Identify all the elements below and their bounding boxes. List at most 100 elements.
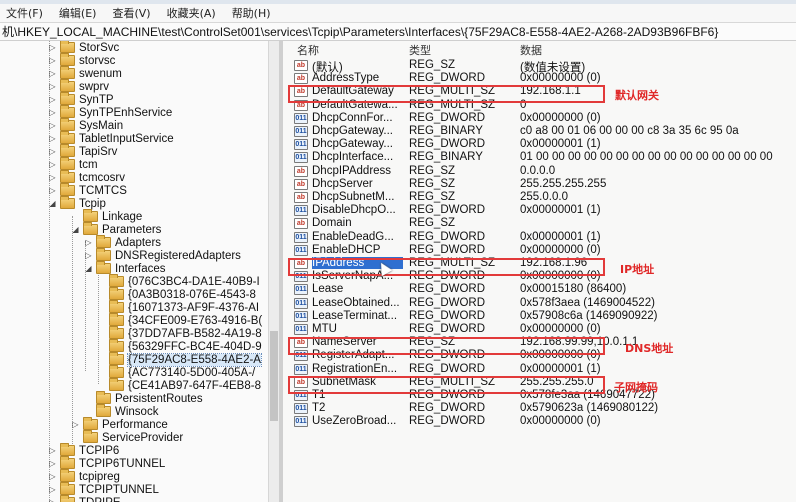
address-bar[interactable]: 机\HKEY_LOCAL_MACHINE\test\ControlSet001\… [0, 23, 796, 41]
tree-item[interactable]: ServiceProvider [83, 430, 183, 444]
tree-item[interactable]: {34CFE009-E763-4916-B( [109, 313, 262, 327]
tree-item[interactable]: Linkage [83, 209, 142, 223]
tree-item[interactable]: ▷ DNSRegisteredAdapters [85, 248, 241, 262]
tree-item[interactable]: {16071373-AF9F-4376-AI [109, 300, 260, 314]
value-row[interactable]: 011 MTU REG_DWORD 0x00000000 (0) [283, 323, 796, 336]
column-header-name[interactable]: 名称 [297, 42, 319, 57]
tree-item[interactable]: {AC773140-5D00-405A-/ [109, 365, 255, 379]
value-row[interactable]: ab DhcpIPAddress REG_SZ 0.0.0.0 [283, 165, 796, 178]
tree-item-label: {16071373-AF9F-4376-AI [128, 301, 260, 314]
value-row[interactable]: 011 UseZeroBroad... REG_DWORD 0x00000000 (0… [283, 415, 796, 428]
expand-arrow-icon[interactable]: ▷ [71, 420, 80, 429]
expand-arrow-icon[interactable]: ▷ [48, 82, 57, 91]
value-row[interactable]: ab AddressType REG_DWORD 0x00000000 (0) [283, 72, 796, 85]
tree-item-label: {75F29AC8-E558-4AE2-A [127, 352, 262, 367]
menu-view[interactable]: 查看(V) [112, 5, 150, 21]
expand-arrow-icon[interactable]: ▷ [48, 43, 57, 52]
tree-item[interactable]: {076C3BC4-DA1E-40B9-I [109, 274, 260, 288]
expand-arrow-icon[interactable]: ▷ [48, 173, 57, 182]
tree-item[interactable]: {75F29AC8-E558-4AE2-A [109, 352, 262, 367]
tree-item-label: TapiSrv [79, 145, 118, 158]
column-header-data[interactable]: 数据 [520, 42, 542, 57]
folder-icon [109, 339, 124, 352]
value-row[interactable]: ab Domain REG_SZ [283, 217, 796, 230]
menu-file[interactable]: 文件(F) [6, 5, 43, 21]
expand-arrow-icon[interactable]: ▷ [48, 95, 57, 104]
tree-item[interactable]: ▷ TDPIPE [49, 495, 121, 502]
menu-edit[interactable]: 编辑(E) [59, 5, 97, 21]
expand-arrow-icon[interactable]: ▷ [48, 485, 57, 494]
value-row[interactable]: 011 DhcpGateway... REG_DWORD 0x00000001 (1) [283, 138, 796, 151]
value-row[interactable]: 011 LeaseObtained... REG_DWORD 0x578f3aea (… [283, 297, 796, 310]
expand-arrow-icon[interactable]: ▷ [48, 121, 57, 130]
menu-help[interactable]: 帮助(H) [232, 5, 271, 21]
tree-item[interactable]: ◢ Parameters [72, 222, 161, 236]
value-row[interactable]: 011 RegistrationEn... REG_DWORD 0x00000001 … [283, 363, 796, 376]
tree-item-label: {0A3B0318-076E-4543-8 [128, 288, 256, 301]
tree-item[interactable]: ▷ TCPIP6 [49, 443, 119, 457]
tree-item[interactable]: ▷ TapiSrv [49, 144, 118, 158]
expand-arrow-icon[interactable]: ▷ [48, 56, 57, 65]
value-row[interactable]: ab DhcpSubnetM... REG_SZ 255.0.0.0 [283, 191, 796, 204]
column-header-type[interactable]: 类型 [409, 42, 431, 57]
value-row[interactable]: ab (默认) REG_SZ (数值未设置) [283, 59, 796, 74]
tree-item[interactable]: ▷ swenum [49, 66, 122, 80]
expand-arrow-icon[interactable]: ▷ [84, 251, 93, 260]
tree-item[interactable]: ▷ storvsc [49, 53, 115, 67]
collapse-arrow-icon[interactable]: ◢ [84, 264, 93, 273]
tree-item[interactable]: ▷ TCMTCS [49, 183, 127, 197]
expand-arrow-icon[interactable]: ▷ [48, 472, 57, 481]
expand-arrow-icon[interactable]: ▷ [48, 186, 57, 195]
tree-item[interactable]: {0A3B0318-076E-4543-8 [109, 287, 256, 301]
expand-arrow-icon[interactable]: ▷ [48, 160, 57, 169]
tree-item[interactable]: ▷ Adapters [85, 235, 161, 249]
tree-item[interactable]: ◢ Interfaces [85, 261, 166, 275]
tree-item[interactable]: ▷ TCPIP6TUNNEL [49, 456, 165, 470]
collapse-arrow-icon[interactable]: ◢ [71, 225, 80, 234]
expand-arrow-icon[interactable]: ▷ [48, 134, 57, 143]
value-row[interactable]: 011 DisableDhcpO... REG_DWORD 0x00000001 (1… [283, 204, 796, 217]
tree-item[interactable]: PersistentRoutes [96, 391, 203, 405]
expand-arrow-icon[interactable]: ▷ [48, 108, 57, 117]
tree-item[interactable]: Winsock [96, 404, 159, 418]
expand-arrow-icon[interactable]: ▷ [48, 498, 57, 502]
annotation-dns: DNS地址 [625, 342, 674, 355]
expand-arrow-icon[interactable]: ▷ [48, 147, 57, 156]
tree-item[interactable]: ▷ tcpipreg [49, 469, 120, 483]
tree-item-label: Winsock [115, 405, 159, 418]
value-row[interactable]: 011 DhcpInterface... REG_BINARY 01 00 00 00… [283, 151, 796, 164]
tree-scrollbar-thumb[interactable] [270, 331, 278, 421]
value-row[interactable]: ab DhcpServer REG_SZ 255.255.255.255 [283, 178, 796, 191]
value-row[interactable]: 011 EnableDHCP REG_DWORD 0x00000000 (0) [283, 244, 796, 257]
value-row[interactable]: 011 DhcpConnFor... REG_DWORD 0x00000000 (0) [283, 112, 796, 125]
value-row[interactable]: 011 EnableDeadG... REG_DWORD 0x00000001 (1) [283, 231, 796, 244]
tree-item[interactable]: ▷ SysMain [49, 118, 123, 132]
tree-item[interactable]: {37DD7AFB-B582-4A19-8 [109, 326, 262, 340]
tree-item[interactable]: ▷ StorSvc [49, 41, 119, 54]
expand-arrow-icon[interactable]: ▷ [84, 238, 93, 247]
value-data: 0x57908c6a (1469090922) [520, 309, 658, 322]
tree-item[interactable]: {56329FFC-BC4E-404D-9 [109, 339, 262, 353]
tree-item[interactable]: ▷ TCPIPTUNNEL [49, 482, 159, 496]
tree-item[interactable]: ▷ tcmcosrv [49, 170, 125, 184]
menu-favorites[interactable]: 收藏夹(A) [167, 5, 216, 21]
tree-scrollbar[interactable] [268, 41, 279, 502]
value-row[interactable]: 011 LeaseTerminat... REG_DWORD 0x57908c6a (… [283, 310, 796, 323]
expand-arrow-icon[interactable]: ▷ [48, 459, 57, 468]
tree-item[interactable]: ▷ TabletInputService [49, 131, 174, 145]
value-row[interactable]: 011 Lease REG_DWORD 0x00015180 (86400) [283, 283, 796, 296]
value-name: DhcpInterface... [312, 151, 394, 164]
menu-bar: 文件(F) 编辑(E) 查看(V) 收藏夹(A) 帮助(H) [0, 4, 796, 23]
tree-item[interactable]: ▷ SynTPEnhService [49, 105, 172, 119]
tree-item[interactable]: ▷ Performance [72, 417, 168, 431]
value-row[interactable]: 011 T2 REG_DWORD 0x5790623a (1469080122) [283, 402, 796, 415]
expand-arrow-icon[interactable]: ▷ [48, 69, 57, 78]
value-name: MTU [312, 323, 337, 335]
expand-arrow-icon[interactable]: ▷ [48, 446, 57, 455]
folder-icon [60, 131, 75, 144]
collapse-arrow-icon[interactable]: ◢ [48, 199, 57, 208]
value-row[interactable]: 011 DhcpGateway... REG_BINARY c0 a8 00 01 0… [283, 125, 796, 138]
value-data: 0x00000001 (1) [520, 230, 601, 243]
folder-icon [60, 482, 75, 495]
tree-item[interactable]: {CE41AB97-647F-4EB8-8 [109, 378, 261, 392]
